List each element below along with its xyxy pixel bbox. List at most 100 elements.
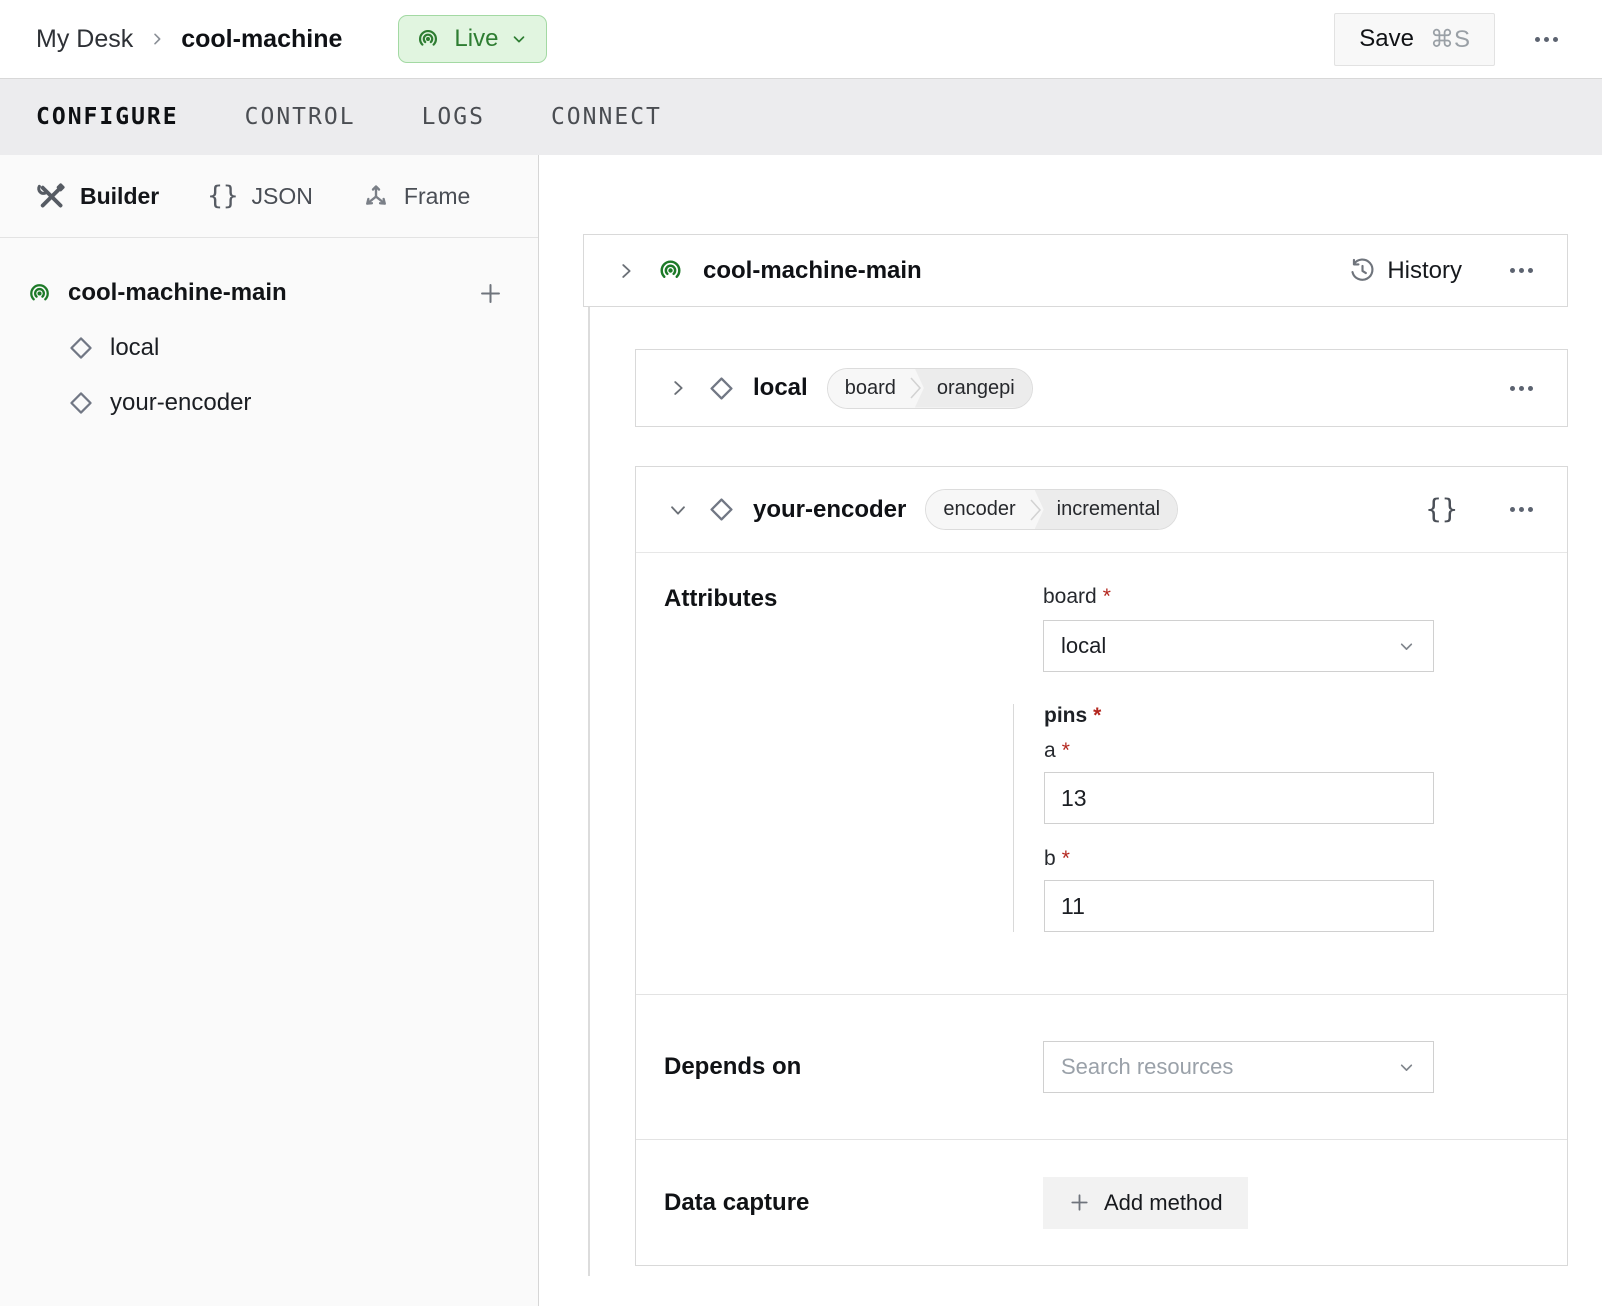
tree-item-local[interactable]: local <box>25 327 538 369</box>
save-button[interactable]: Save ⌘S <box>1334 13 1495 66</box>
top-bar: My Desk cool-machine Live Save ⌘S <box>0 0 1602 78</box>
pin-a-label: a* <box>1044 739 1434 763</box>
card-title: cool-machine-main <box>703 257 922 285</box>
component-diamond-icon <box>707 495 736 524</box>
live-status-label: Live <box>454 25 498 53</box>
tab-connect[interactable]: CONNECT <box>551 104 662 130</box>
config-view-switcher: Builder {} JSON Frame <box>0 155 538 238</box>
add-method-button[interactable]: Add method <box>1043 1177 1248 1229</box>
add-method-button-label: Add method <box>1104 1190 1223 1216</box>
your-encoder-card-header: your-encoder encoder incremental {} <box>636 467 1567 553</box>
card-overflow-menu-icon[interactable] <box>1504 262 1539 279</box>
breadcrumb-separator-icon <box>149 31 165 47</box>
add-component-icon[interactable] <box>477 280 504 307</box>
badge-type: encoder <box>926 490 1028 529</box>
badge-type: board <box>828 369 909 408</box>
topbar-actions: Save ⌘S <box>1334 13 1564 66</box>
tab-logs[interactable]: LOGS <box>422 104 485 130</box>
tree-item-your-encoder[interactable]: your-encoder <box>25 382 538 424</box>
edit-json-icon[interactable]: {} <box>1425 494 1458 525</box>
board-field-label: board* <box>1043 585 1434 609</box>
board-select-value: local <box>1061 633 1106 659</box>
chevron-down-icon <box>1396 1057 1417 1078</box>
chevron-right-icon[interactable] <box>666 377 690 399</box>
card-overflow-menu-icon[interactable] <box>1504 380 1539 397</box>
breadcrumb: My Desk cool-machine <box>36 25 342 54</box>
component-diamond-icon <box>67 389 95 417</box>
configure-content: Builder {} JSON Frame <box>0 155 1602 1306</box>
viam-live-icon <box>414 25 442 53</box>
viam-machine-icon <box>655 255 686 286</box>
plus-icon <box>1068 1191 1091 1214</box>
attributes-section: Attributes board* local pins* <box>636 553 1567 994</box>
board-select[interactable]: local <box>1043 620 1434 672</box>
resource-type-badge: board orangepi <box>827 368 1033 409</box>
component-diamond-icon <box>67 334 95 362</box>
builder-tools-icon <box>36 181 67 212</box>
save-button-label: Save <box>1359 25 1414 53</box>
chevron-down-icon <box>1396 636 1417 657</box>
machine-main-card-header: cool-machine-main History <box>584 235 1567 306</box>
pins-group-label: pins* <box>1044 704 1434 728</box>
attributes-fields-col: board* local pins* a* <box>1043 585 1434 932</box>
view-tab-builder-label: Builder <box>80 183 159 210</box>
chevron-down-icon[interactable] <box>666 499 690 521</box>
depends-on-heading: Depends on <box>664 1053 1043 1081</box>
pin-a-field: a* <box>1044 739 1434 824</box>
pin-b-label: b* <box>1044 847 1434 871</box>
data-capture-heading-col: Data capture <box>664 1189 1043 1217</box>
breadcrumb-parent[interactable]: My Desk <box>36 25 133 54</box>
depends-on-section: Depends on Search resources <box>636 994 1567 1139</box>
depends-on-heading-col: Depends on <box>664 1053 1043 1081</box>
local-board-card: local board orangepi <box>635 349 1568 427</box>
history-clock-icon <box>1349 257 1376 284</box>
tree-item-machine-main[interactable]: cool-machine-main <box>25 272 538 314</box>
attributes-heading-col: Attributes <box>664 585 1043 932</box>
topbar-overflow-menu-icon[interactable] <box>1529 31 1564 48</box>
card-overflow-menu-icon[interactable] <box>1504 501 1539 518</box>
card-title: local <box>753 374 808 402</box>
depends-on-placeholder: Search resources <box>1061 1054 1233 1080</box>
resource-type-badge: encoder incremental <box>925 489 1178 530</box>
history-button-label: History <box>1387 257 1462 285</box>
depends-on-field-col: Search resources <box>1043 1041 1434 1093</box>
tab-configure[interactable]: CONFIGURE <box>36 104 179 130</box>
view-tab-frame[interactable]: Frame <box>361 181 470 211</box>
required-asterisk: * <box>1062 847 1070 870</box>
chevron-down-icon <box>510 30 528 48</box>
tree-item-label: local <box>110 334 159 362</box>
braces-icon: {} <box>207 181 238 211</box>
your-encoder-card: your-encoder encoder incremental {} Attr… <box>635 466 1568 1266</box>
data-capture-section: Data capture Add method <box>636 1139 1567 1265</box>
history-button[interactable]: History <box>1349 257 1462 285</box>
depends-on-select[interactable]: Search resources <box>1043 1041 1434 1093</box>
view-tab-json-label: JSON <box>252 183 313 210</box>
badge-model: incremental <box>1035 490 1177 529</box>
machine-tab-bar: CONFIGURE CONTROL LOGS CONNECT <box>0 78 1602 155</box>
tab-control[interactable]: CONTROL <box>245 104 356 130</box>
resource-tree: cool-machine-main local your-encoder <box>0 238 538 424</box>
view-tab-frame-label: Frame <box>404 183 470 210</box>
tree-indent-line <box>588 307 590 1276</box>
component-diamond-icon <box>707 374 736 403</box>
pin-b-input[interactable] <box>1044 880 1434 932</box>
tree-item-label: cool-machine-main <box>68 279 287 307</box>
local-board-card-header: local board orangepi <box>636 350 1567 426</box>
required-asterisk: * <box>1103 585 1111 608</box>
view-tab-builder[interactable]: Builder <box>36 181 159 212</box>
attributes-heading: Attributes <box>664 585 1043 613</box>
pin-a-input[interactable] <box>1044 772 1434 824</box>
machine-main-card: cool-machine-main History <box>583 234 1568 307</box>
save-shortcut-hint: ⌘S <box>1430 25 1470 54</box>
card-title: your-encoder <box>753 496 906 524</box>
chevron-right-icon[interactable] <box>614 260 638 282</box>
tree-item-label: your-encoder <box>110 389 251 417</box>
view-tab-json[interactable]: {} JSON <box>207 181 313 211</box>
breadcrumb-current: cool-machine <box>181 25 342 54</box>
required-asterisk: * <box>1062 739 1070 762</box>
machine-status-dropdown[interactable]: Live <box>398 15 547 63</box>
required-asterisk: * <box>1093 704 1101 727</box>
frame-axes-icon <box>361 181 391 211</box>
pins-group: pins* a* b* <box>1013 704 1434 932</box>
data-capture-field-col: Add method <box>1043 1177 1434 1229</box>
